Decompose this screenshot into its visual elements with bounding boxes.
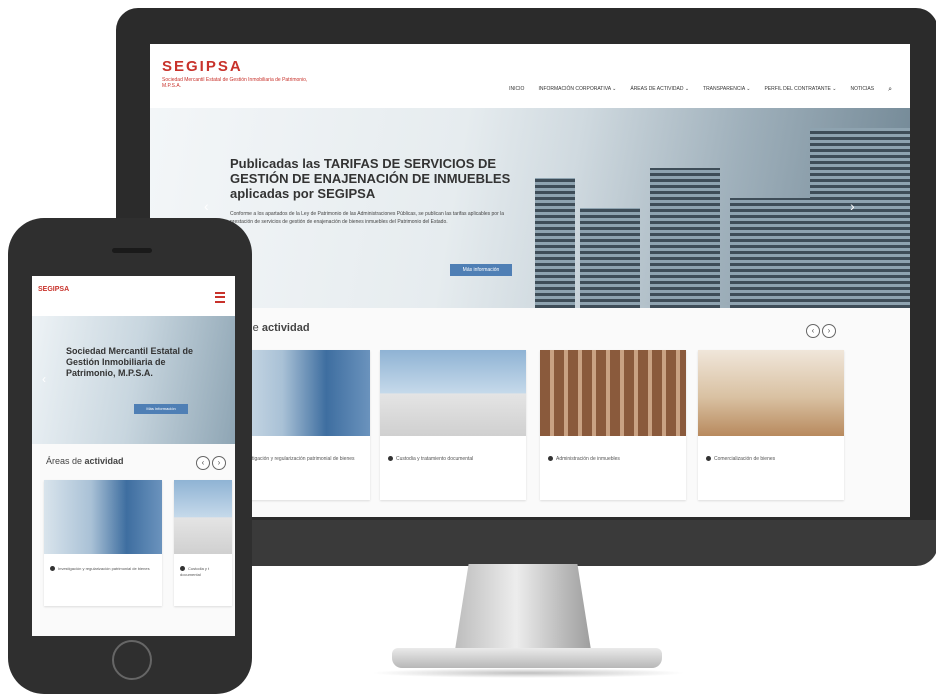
mobile-areas-next-button[interactable]: › <box>212 456 226 470</box>
card-image-office <box>698 350 844 436</box>
building-image <box>650 168 720 308</box>
card-caption: Comercialización de bienes <box>706 456 836 463</box>
desktop-header: SEGIPSA Sociedad Mercantil Estatal de Ge… <box>150 44 910 108</box>
main-nav: INICIO INFORMACIÓN CORPORATIVA ⌄ ÁREAS D… <box>509 86 892 94</box>
search-icon[interactable]: ⌕ <box>888 86 892 94</box>
desktop-screen: SEGIPSA Sociedad Mercantil Estatal de Ge… <box>150 44 910 517</box>
hamburger-menu-icon[interactable] <box>215 292 225 303</box>
card-caption: Administración de inmuebles <box>548 456 678 463</box>
phone-speaker <box>112 248 152 253</box>
logo-tagline: Sociedad Mercantil Estatal de Gestión In… <box>162 77 308 89</box>
hero-carousel: ‹ › Publicadas las TARIFAS DE SERVICIOS … <box>150 108 910 308</box>
bullet-icon <box>180 566 185 572</box>
nav-item-inicio[interactable]: INICIO <box>509 86 524 94</box>
desktop-logo[interactable]: SEGIPSA Sociedad Mercantil Estatal de Ge… <box>162 58 322 89</box>
mobile-activity-card[interactable]: Custodia y t documental <box>174 480 232 606</box>
bullet-icon <box>548 456 553 462</box>
mobile-areas-prev-button[interactable]: ‹ <box>196 456 210 470</box>
monitor-shadow <box>370 668 686 678</box>
mobile-areas-title: Áreas de actividad <box>46 456 124 466</box>
activity-card[interactable]: Custodia y tratamiento documental <box>380 350 526 500</box>
nav-item-areas-actividad[interactable]: ÁREAS DE ACTIVIDAD ⌄ <box>630 86 689 94</box>
bullet-icon <box>50 566 55 572</box>
nav-item-informacion-corporativa[interactable]: INFORMACIÓN CORPORATIVA ⌄ <box>538 86 616 94</box>
areas-title-bold: actividad <box>261 322 310 334</box>
building-image <box>580 208 640 308</box>
card-image-facade <box>540 350 686 436</box>
mobile-card-caption: Custodia y t documental <box>180 566 210 577</box>
mobile-hero: ‹ Sociedad Mercantil Estatal de Gestión … <box>32 316 235 444</box>
mobile-areas-title-prefix: Áreas de <box>46 456 85 466</box>
card-caption: Custodia y tratamiento documental <box>388 456 518 463</box>
hero-title: Publicadas las TARIFAS DE SERVICIOS DE G… <box>230 156 511 201</box>
building-image <box>810 128 910 308</box>
nav-item-transparencia[interactable]: TRANSPARENCIA ⌄ <box>703 86 750 94</box>
hero-more-button[interactable]: Más información <box>450 264 512 276</box>
mobile-carousel-prev-icon[interactable]: ‹ <box>42 372 46 386</box>
mobile-card-caption: Investigación y regularización patrimoni… <box>50 566 154 572</box>
mobile-screen: SEGIPSA ‹ Sociedad Mercantil Estatal de … <box>32 276 235 636</box>
mobile-activity-card[interactable]: Investigación y regularización patrimoni… <box>44 480 162 606</box>
areas-next-button[interactable]: › <box>822 324 836 338</box>
mobile-logo[interactable]: SEGIPSA <box>38 286 69 293</box>
bullet-icon <box>388 456 393 462</box>
mobile-hero-title: Sociedad Mercantil Estatal de Gestión In… <box>66 346 194 378</box>
areas-prev-button[interactable]: ‹ <box>806 324 820 338</box>
mobile-areas-section: Áreas de actividad ‹ › Investigación y r… <box>32 444 235 636</box>
mobile-card-image-handshake <box>44 480 162 554</box>
bullet-icon <box>706 456 711 462</box>
mobile-hero-more-button[interactable]: Más información <box>134 404 188 414</box>
mobile-areas-title-bold: actividad <box>84 456 124 466</box>
carousel-prev-icon[interactable]: ‹ <box>204 198 209 214</box>
card-image-building <box>380 350 526 436</box>
building-image <box>535 178 575 308</box>
monitor-stand-base <box>392 648 662 668</box>
building-image <box>730 198 820 308</box>
monitor-stand-neck <box>455 564 591 650</box>
mobile-card-image-building <box>174 480 232 554</box>
hero-body: Conforme a los apartados de la Ley de Pa… <box>230 211 505 225</box>
nav-item-perfil-contratante[interactable]: PERFIL DEL CONTRATANTE ⌄ <box>764 86 836 94</box>
carousel-next-icon[interactable]: › <box>850 198 855 214</box>
activity-card[interactable]: Administración de inmuebles <box>540 350 686 500</box>
activity-card[interactable]: Comercialización de bienes <box>698 350 844 500</box>
areas-section: s de actividad ‹ › Investigación y regul… <box>150 308 910 517</box>
logo-wordmark: SEGIPSA <box>162 58 243 75</box>
phone-home-button[interactable] <box>112 640 152 680</box>
nav-item-noticias[interactable]: NOTICIAS <box>850 86 874 94</box>
